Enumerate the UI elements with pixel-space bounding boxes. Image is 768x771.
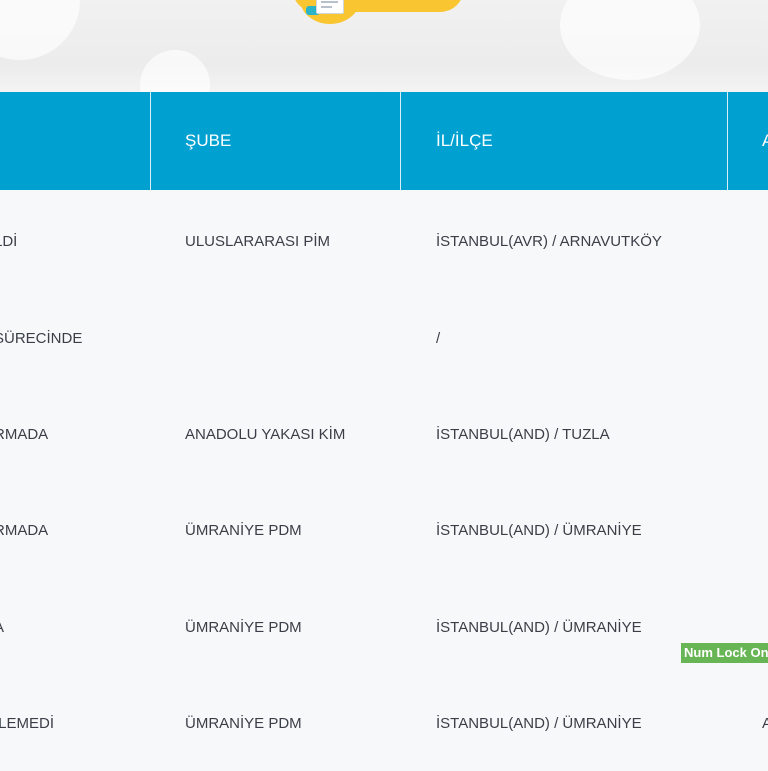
- table-row[interactable]: İLEMEDİ ÜMRANİYE PDM İSTANBUL(AND) / ÜMR…: [0, 675, 768, 771]
- document-illustration-icon: [316, 0, 344, 14]
- column-header-partial[interactable]: A: [762, 92, 768, 190]
- table-row[interactable]: RMADA ÜMRANİYE PDM İSTANBUL(AND) / ÜMRAN…: [0, 482, 768, 578]
- banner-decoration: [560, 0, 700, 80]
- il-ilce-cell: İSTANBUL(AND) / ÜMRANİYE: [436, 714, 642, 732]
- table-header: ŞUBE İL/İLÇE A: [0, 92, 768, 190]
- numlock-indicator: Num Lock On: [681, 643, 768, 663]
- top-banner: [0, 0, 768, 92]
- table-row[interactable]: LDİ ULUSLARARASI PİM İSTANBUL(AVR) / ARN…: [0, 193, 768, 289]
- column-header-il-ilce[interactable]: İL/İLÇE: [436, 92, 493, 190]
- sube-cell: ANADOLU YAKASI KİM: [185, 425, 346, 443]
- il-ilce-cell: İSTANBUL(AND) / ÜMRANİYE: [436, 521, 642, 539]
- status-cell: RMADA: [0, 521, 49, 539]
- table-row[interactable]: SÜRECİNDE /: [0, 290, 768, 386]
- banner-decoration: [0, 0, 80, 60]
- il-ilce-cell: İSTANBUL(AND) / TUZLA: [436, 425, 610, 443]
- status-cell: RMADA: [0, 425, 49, 443]
- column-header-sube[interactable]: ŞUBE: [185, 92, 231, 190]
- banner-decoration: [140, 50, 210, 92]
- sube-cell: ÜMRANİYE PDM: [185, 714, 302, 732]
- status-cell: İLEMEDİ: [0, 714, 55, 732]
- column-divider: [727, 92, 728, 190]
- sube-cell: ÜMRANİYE PDM: [185, 618, 302, 636]
- table-row[interactable]: A ÜMRANİYE PDM İSTANBUL(AND) / ÜMRANİYE: [0, 579, 768, 675]
- status-cell: A: [0, 579, 4, 675]
- status-cell: LDİ: [0, 232, 18, 250]
- extra-cell: A: [762, 714, 768, 732]
- column-divider: [400, 92, 401, 190]
- il-ilce-cell: İSTANBUL(AVR) / ARNAVUTKÖY: [436, 232, 662, 250]
- column-divider: [150, 92, 151, 190]
- sube-cell: ULUSLARARASI PİM: [185, 232, 331, 250]
- il-ilce-cell: /: [436, 329, 441, 347]
- sube-cell: ÜMRANİYE PDM: [185, 521, 302, 539]
- status-cell: SÜRECİNDE: [0, 329, 83, 347]
- il-ilce-cell: İSTANBUL(AND) / ÜMRANİYE: [436, 618, 642, 636]
- column-header-status[interactable]: [0, 92, 150, 190]
- table-row[interactable]: RMADA ANADOLU YAKASI KİM İSTANBUL(AND) /…: [0, 386, 768, 482]
